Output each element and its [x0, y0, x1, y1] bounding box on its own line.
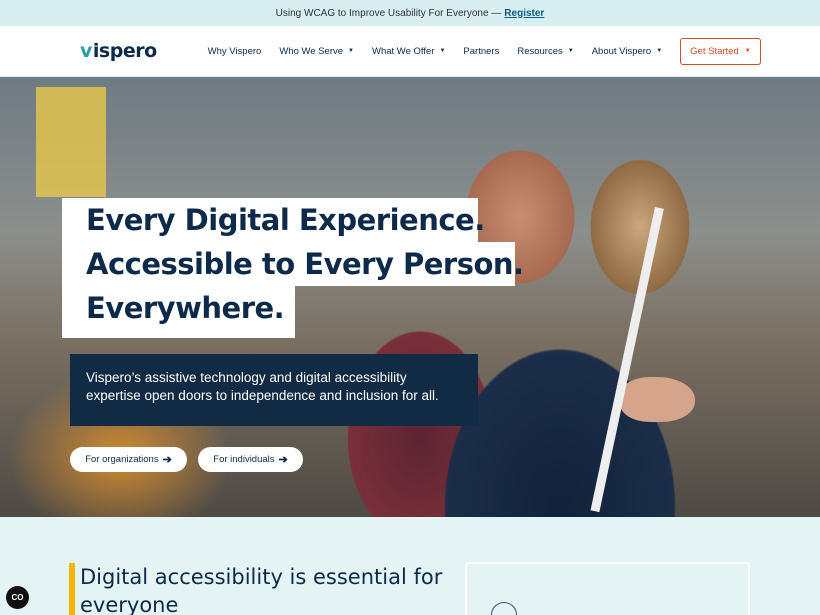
- nav-item-partners[interactable]: Partners: [463, 46, 499, 57]
- nav-item-who-we-serve[interactable]: Who We Serve ▼: [279, 46, 354, 57]
- arrow-right-icon: ➔: [162, 454, 172, 466]
- vispero-logo[interactable]: v ispero: [80, 40, 157, 62]
- stat-card: [465, 562, 750, 615]
- nav-item-label: Partners: [463, 45, 500, 57]
- accessibility-widget-button[interactable]: CO: [6, 586, 29, 609]
- nav-item-resources[interactable]: Resources ▼: [517, 46, 573, 57]
- announcement-bar: Using WCAG to Improve Usability For Ever…: [0, 0, 820, 26]
- chevron-down-icon: ▼: [656, 48, 663, 54]
- chevron-down-icon: ▼: [439, 48, 446, 54]
- get-started-label: Get Started: [690, 45, 739, 57]
- logo-mark: v: [80, 40, 92, 62]
- accessibility-section: Digital accessibility is essential for e…: [0, 517, 820, 615]
- nav-item-label: Resources: [517, 45, 563, 57]
- hero-headline-line-2: Accessible to Every Person.: [62, 242, 524, 286]
- accent-bar: [69, 563, 75, 615]
- nav-item-about-vispero[interactable]: About Vispero ▼: [592, 46, 662, 57]
- nav-item-label: About Vispero: [591, 45, 652, 57]
- nav-item-label: Why Vispero: [207, 45, 262, 57]
- button-label: For individuals: [213, 454, 275, 465]
- for-individuals-button[interactable]: For individuals ➔: [198, 447, 303, 472]
- hero-headline-line-3: Everywhere.: [62, 286, 295, 338]
- for-organizations-button[interactable]: For organizations ➔: [70, 447, 187, 472]
- chevron-down-icon: ▼: [744, 48, 751, 54]
- hero-section: Every Digital Experience. Accessible to …: [0, 77, 820, 517]
- chevron-down-icon: ▼: [348, 48, 354, 54]
- nav-item-label: Who We Serve: [279, 45, 344, 57]
- white-cane-image: [590, 207, 664, 513]
- nav-menu: Why Vispero Who We Serve ▼ What We Offer ▼…: [208, 46, 681, 57]
- arrow-right-icon: ➔: [278, 454, 288, 466]
- register-link[interactable]: Register: [504, 8, 544, 19]
- globe-icon: [491, 602, 517, 615]
- hero-subtext: Vispero’s assistive technology and digit…: [70, 354, 478, 426]
- hero-background-image: [36, 87, 106, 197]
- chevron-down-icon: ▼: [567, 48, 574, 54]
- nav-item-what-we-offer[interactable]: What We Offer ▼: [372, 46, 445, 57]
- button-label: For organizations: [85, 454, 159, 465]
- section-heading: Digital accessibility is essential for e…: [80, 565, 443, 615]
- logo-text: ispero: [92, 40, 157, 62]
- main-navigation: v ispero Why Vispero Who We Serve ▼ What W…: [0, 26, 820, 77]
- announcement-text: Using WCAG to Improve Usability For Ever…: [275, 7, 502, 19]
- get-started-button[interactable]: Get Started ▼: [680, 37, 761, 65]
- hero-headline-line-1: Every Digital Experience.: [62, 198, 485, 242]
- hero-image-detail: [620, 377, 695, 422]
- nav-item-label: What We Offer: [371, 45, 435, 57]
- nav-item-why-vispero[interactable]: Why Vispero: [208, 46, 262, 57]
